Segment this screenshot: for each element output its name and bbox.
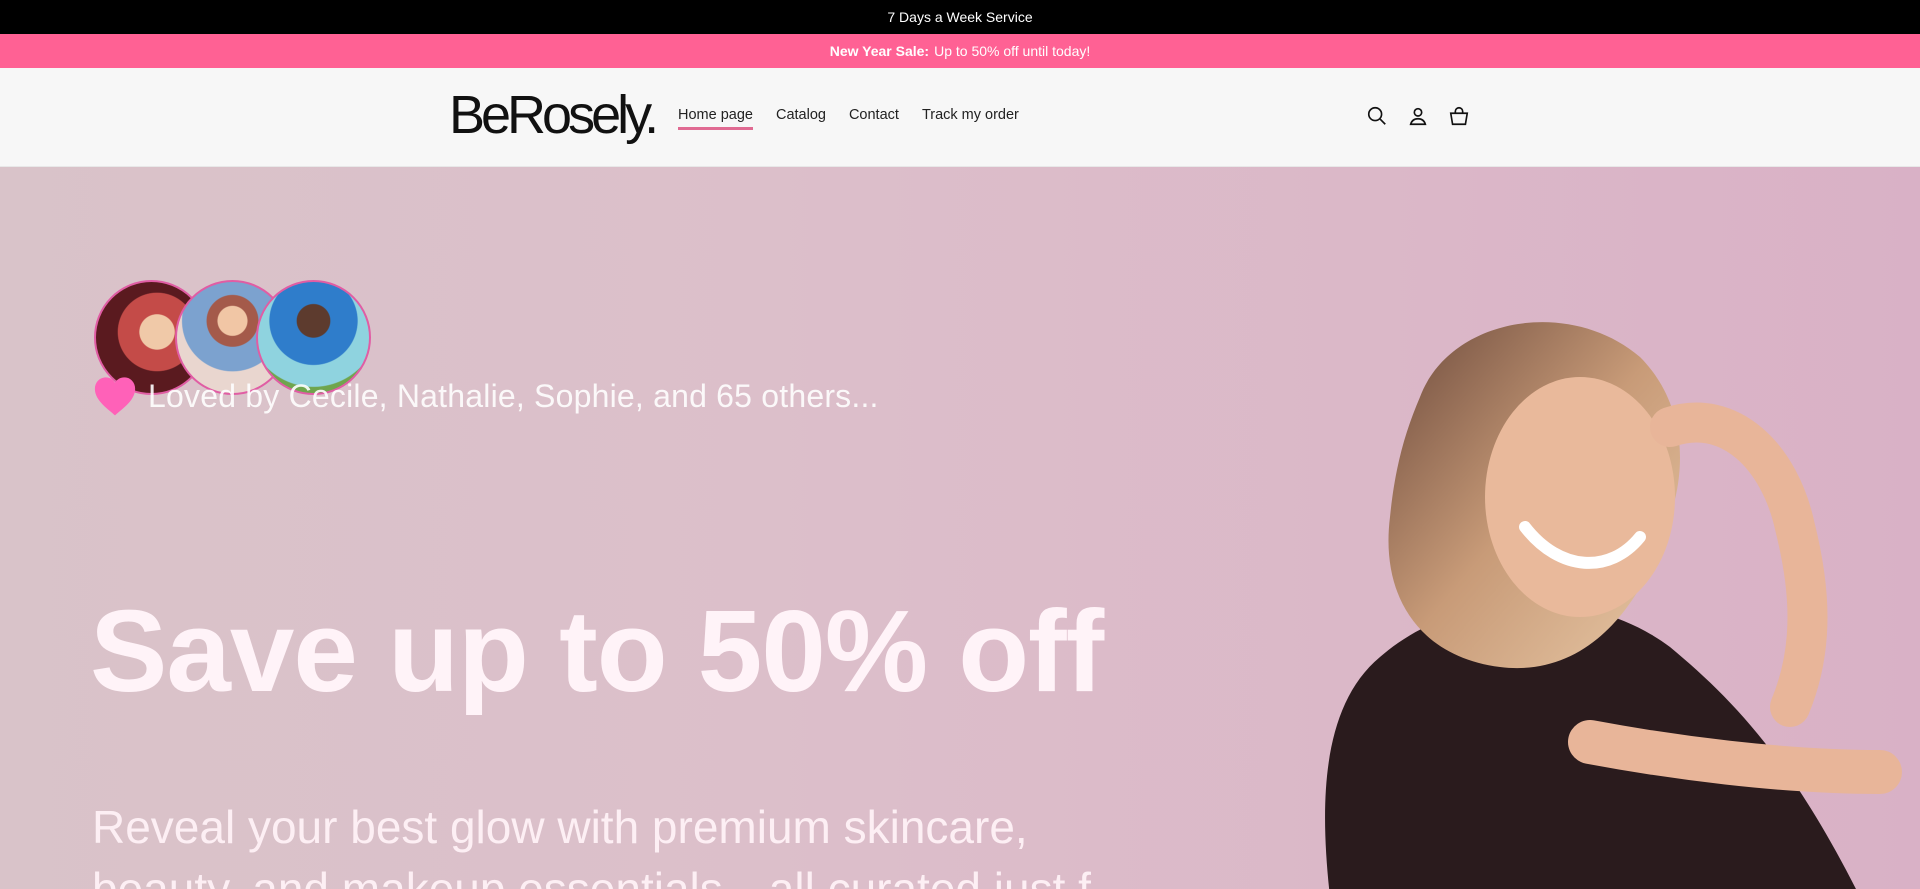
site-header: BeRosely. Home page Catalog Contact Trac… (0, 68, 1920, 167)
sale-banner: New Year Sale: Up to 50% off until today… (0, 34, 1920, 68)
nav-catalog[interactable]: Catalog (776, 107, 826, 130)
main-nav: Home page Catalog Contact Track my order (678, 107, 1019, 130)
sale-banner-text: Up to 50% off until today! (934, 43, 1091, 59)
account-icon[interactable] (1407, 105, 1429, 127)
social-proof: Loved by Cecile, Nathalie, Sophie, and 6… (92, 375, 879, 417)
nav-track-my-order[interactable]: Track my order (922, 107, 1019, 130)
brand-logo[interactable]: BeRosely. (449, 88, 659, 142)
hero-section: Loved by Cecile, Nathalie, Sophie, and 6… (0, 167, 1920, 889)
announcement-bar: 7 Days a Week Service (0, 0, 1920, 34)
header-icons (1366, 105, 1470, 127)
hero-model-image (1325, 322, 1902, 889)
heart-icon (94, 377, 136, 416)
social-proof-text: Loved by Cecile, Nathalie, Sophie, and 6… (148, 377, 879, 414)
hero-headline: Save up to 50% off (90, 585, 1104, 716)
nav-home-page[interactable]: Home page (678, 107, 753, 130)
sale-banner-title: New Year Sale: (829, 43, 930, 59)
search-icon[interactable] (1366, 105, 1388, 127)
cart-icon[interactable] (1448, 105, 1470, 127)
hero-subheadline: Reveal your best glow with premium skinc… (92, 801, 1091, 889)
nav-contact[interactable]: Contact (849, 107, 899, 130)
announcement-text: 7 Days a Week Service (887, 9, 1033, 25)
